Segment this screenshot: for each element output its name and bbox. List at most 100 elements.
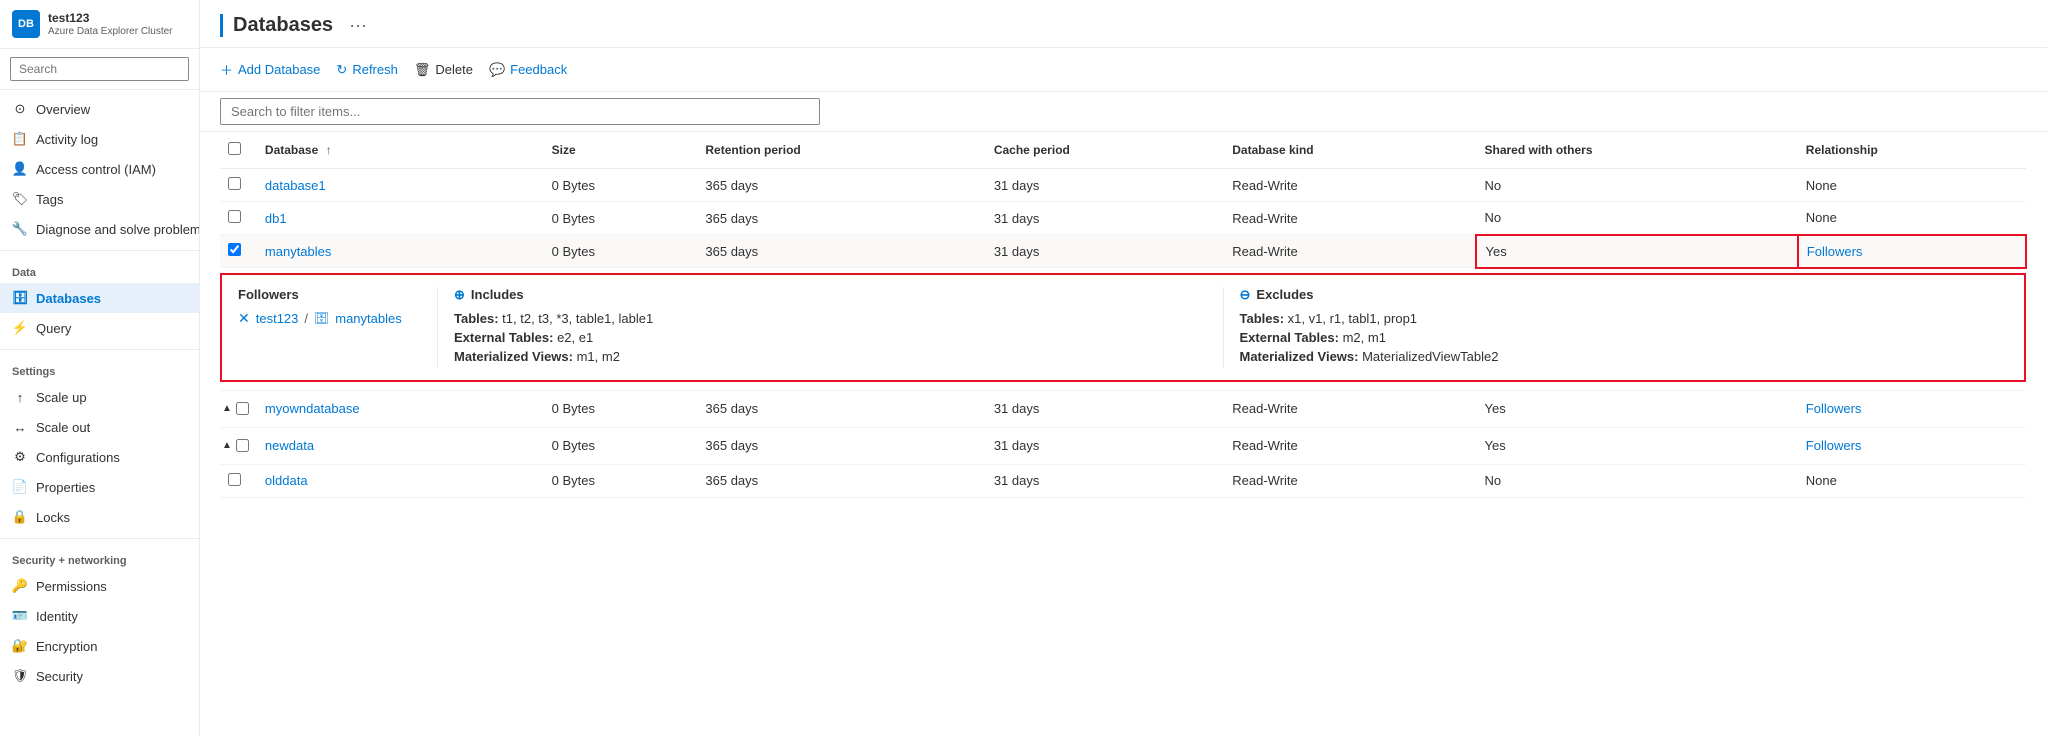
row-checkbox[interactable] <box>228 243 241 256</box>
cluster-name: test123 <box>48 11 173 27</box>
myowndatabase-link[interactable]: myowndatabase <box>265 401 360 416</box>
sidebar-item-databases[interactable]: 🗄 Databases <box>0 283 199 313</box>
security-section-label: Security + networking <box>0 545 199 571</box>
row-shared-cell: No <box>1476 169 1797 202</box>
sidebar-item-locks[interactable]: 🔒 Locks <box>0 502 199 532</box>
followers-section-title: Followers <box>238 287 421 302</box>
cluster-icon: ✕ <box>238 310 250 327</box>
refresh-icon: ↻ <box>336 62 347 78</box>
sidebar-item-encryption[interactable]: 🔐 Encryption <box>0 631 199 661</box>
add-database-button[interactable]: ＋ Add Database <box>220 56 320 83</box>
header-kind: Database kind <box>1224 132 1476 169</box>
properties-icon: 📄 <box>12 479 28 495</box>
follower-cluster-name[interactable]: test123 <box>256 311 299 326</box>
add-icon: ＋ <box>220 60 233 79</box>
sidebar-item-permissions[interactable]: 🔑 Permissions <box>0 571 199 601</box>
row-checkbox[interactable] <box>228 177 241 190</box>
identity-icon: 🪪 <box>12 608 28 624</box>
feedback-icon: 💬 <box>489 62 505 78</box>
row-retention-cell: 365 days <box>697 169 985 202</box>
sidebar-item-iam[interactable]: 👤 Access control (IAM) <box>0 154 199 184</box>
includes-title: ⊕ Includes <box>454 287 1207 303</box>
db1-link[interactable]: db1 <box>265 211 287 226</box>
sidebar-search-input[interactable] <box>10 57 189 81</box>
row-size-cell: 0 Bytes <box>544 169 698 202</box>
table-row: db1 0 Bytes 365 days 31 days Read-Write … <box>220 202 2026 235</box>
databases-table-container: Database ↑ Size Retention period Cache p… <box>200 132 2047 736</box>
manytables-followers-link[interactable]: Followers <box>1807 244 1863 259</box>
manytables-link[interactable]: manytables <box>265 244 331 259</box>
toolbar: ＋ Add Database ↻ Refresh 🗑 Delete 💬 Feed… <box>200 48 2047 92</box>
overview-icon: ⊙ <box>12 101 28 117</box>
newdata-followers-link[interactable]: Followers <box>1806 438 1862 453</box>
follower-item: ✕ test123 / 🗄 manytables <box>238 310 421 327</box>
excludes-materialized-views: Materialized Views: MaterializedViewTabl… <box>1240 349 1993 364</box>
sidebar-item-scale-out[interactable]: ↔ Scale out <box>0 412 199 442</box>
encryption-icon: 🔐 <box>12 638 28 654</box>
row-checkbox[interactable] <box>236 439 249 452</box>
row-checkbox[interactable] <box>228 473 241 486</box>
locks-icon: 🔒 <box>12 509 28 525</box>
database1-link[interactable]: database1 <box>265 178 326 193</box>
newdata-link[interactable]: newdata <box>265 438 314 453</box>
follower-db-icon: 🗄 <box>314 311 329 325</box>
header-database[interactable]: Database ↑ <box>257 132 544 169</box>
header-relationship: Relationship <box>1798 132 2026 169</box>
query-icon: ⚡ <box>12 320 28 336</box>
chevron-myowndatabase[interactable]: ▲ <box>222 403 232 414</box>
activity-log-icon: 📋 <box>12 131 28 147</box>
feedback-button[interactable]: 💬 Feedback <box>489 58 567 82</box>
chevron-newdata[interactable]: ▲ <box>222 440 232 451</box>
sidebar-item-scale-up[interactable]: ↑ Scale up <box>0 382 199 412</box>
row-checkbox[interactable] <box>228 210 241 223</box>
filter-search-input[interactable] <box>220 98 820 125</box>
row-cache-cell: 31 days <box>986 169 1224 202</box>
excludes-section: ⊖ Excludes Tables: x1, v1, r1, tabl1, pr… <box>1224 287 2009 368</box>
sidebar-item-security[interactable]: 🛡 Security <box>0 661 199 691</box>
tags-icon: 🏷 <box>12 191 28 207</box>
excludes-tables: Tables: x1, v1, r1, tabl1, prop1 <box>1240 311 1993 326</box>
sidebar-item-properties[interactable]: 📄 Properties <box>0 472 199 502</box>
header-checkbox-col <box>220 132 257 169</box>
sidebar-search-container <box>0 49 199 90</box>
row-db-name-cell: newdata <box>257 427 544 464</box>
olddata-link[interactable]: olddata <box>265 473 308 488</box>
sidebar: DB test123 Azure Data Explorer Cluster ⊙… <box>0 0 200 736</box>
sidebar-header: DB test123 Azure Data Explorer Cluster <box>0 0 199 49</box>
sidebar-item-query[interactable]: ⚡ Query <box>0 313 199 343</box>
followers-section: Followers ✕ test123 / 🗄 manytables <box>238 287 438 368</box>
sidebar-item-configurations[interactable]: ⚙ Configurations <box>0 442 199 472</box>
sidebar-item-activity-log[interactable]: 📋 Activity log <box>0 124 199 154</box>
security-icon: 🛡 <box>12 668 28 684</box>
row-db-name-cell: db1 <box>257 202 544 235</box>
sidebar-item-identity[interactable]: 🪪 Identity <box>0 601 199 631</box>
myowndatabase-followers-link[interactable]: Followers <box>1806 401 1862 416</box>
row-kind-cell: Read-Write <box>1224 169 1476 202</box>
header-size: Size <box>544 132 698 169</box>
table-row: manytables 0 Bytes 365 days 31 days Read… <box>220 235 2026 268</box>
row-db-name-cell: olddata <box>257 464 544 497</box>
follower-db-name[interactable]: manytables <box>335 311 401 326</box>
sidebar-item-tags[interactable]: 🏷 Tags <box>0 184 199 214</box>
sidebar-nav: ⊙ Overview 📋 Activity log 👤 Access contr… <box>0 90 199 736</box>
sidebar-item-overview[interactable]: ⊙ Overview <box>0 94 199 124</box>
filter-search-container <box>200 92 2047 132</box>
iam-icon: 👤 <box>12 161 28 177</box>
header-shared: Shared with others <box>1476 132 1797 169</box>
cluster-type: Azure Data Explorer Cluster <box>48 26 173 37</box>
scale-up-icon: ↑ <box>12 389 28 405</box>
page-title: Databases <box>220 14 333 37</box>
header-cache: Cache period <box>986 132 1224 169</box>
includes-external-tables: External Tables: e2, e1 <box>454 330 1207 345</box>
refresh-button[interactable]: ↻ Refresh <box>336 58 397 82</box>
databases-table: Database ↑ Size Retention period Cache p… <box>220 132 2027 498</box>
delete-icon: 🗑 <box>414 62 431 78</box>
select-all-checkbox[interactable] <box>228 142 241 155</box>
config-icon: ⚙ <box>12 449 28 465</box>
row-checkbox[interactable] <box>236 402 249 415</box>
sidebar-item-diagnose[interactable]: 🔧 Diagnose and solve problems <box>0 214 199 244</box>
more-options-icon[interactable]: ··· <box>349 15 367 36</box>
includes-icon: ⊕ <box>454 287 465 303</box>
data-section-label: Data <box>0 257 199 283</box>
delete-button[interactable]: 🗑 Delete <box>414 58 473 82</box>
